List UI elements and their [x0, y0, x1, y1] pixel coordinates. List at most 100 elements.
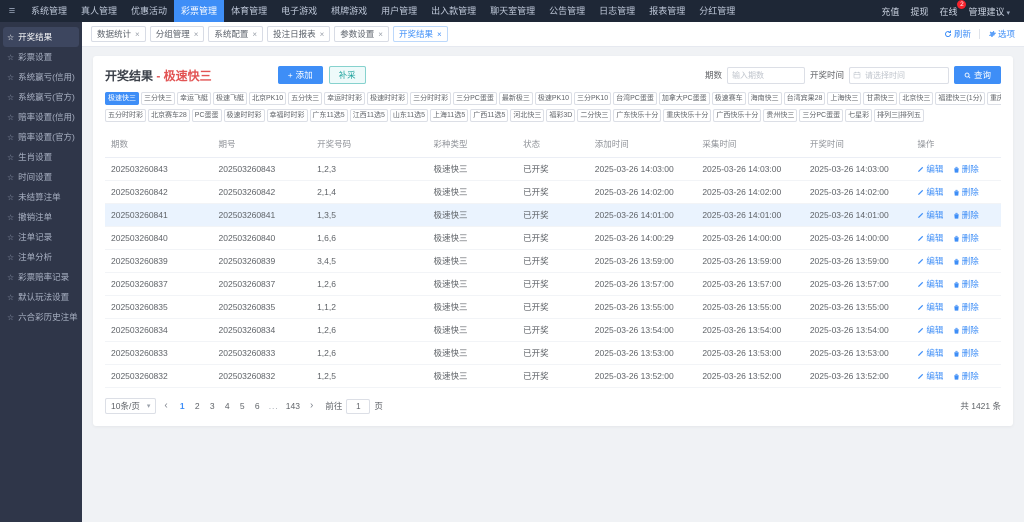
top-nav-item[interactable]: 出入款管理: [424, 0, 483, 22]
page-number-button[interactable]: 6: [251, 400, 264, 412]
lottery-filter-chip[interactable]: 台湾宾果28: [783, 92, 826, 105]
online-link[interactable]: 在线 2: [939, 0, 967, 18]
table-row[interactable]: 202503260842 202503260842 2,1,4 极速快三 已开奖…: [105, 180, 1001, 204]
edit-link[interactable]: 编辑: [917, 232, 943, 244]
lottery-filter-chip[interactable]: 上海快三: [827, 92, 862, 105]
lottery-filter-chip[interactable]: PC蛋蛋: [191, 109, 222, 122]
sidebar-item[interactable]: ☆ 赔率设置(信用): [0, 107, 82, 127]
top-nav-item[interactable]: 系统管理: [24, 0, 74, 22]
top-nav-item[interactable]: 电子游戏: [274, 0, 324, 22]
tab-close-icon[interactable]: ×: [320, 30, 325, 39]
draw-time-input[interactable]: [848, 66, 949, 84]
lottery-filter-chip[interactable]: 加拿大PC蛋蛋: [658, 92, 710, 105]
last-page-button[interactable]: 143: [284, 400, 302, 412]
sidebar-item[interactable]: ☆ 彩票设置: [0, 47, 82, 67]
top-nav-item[interactable]: 真人管理: [74, 0, 124, 22]
top-nav-item[interactable]: 优惠活动: [124, 0, 174, 22]
top-nav-item[interactable]: 聊天室管理: [483, 0, 542, 22]
lottery-filter-chip[interactable]: 河北快三: [510, 109, 545, 122]
lottery-filter-chip[interactable]: 五分时时彩: [105, 109, 146, 122]
lottery-filter-chip[interactable]: 江西11选5: [349, 109, 388, 122]
goto-page-input[interactable]: [346, 398, 371, 414]
table-row[interactable]: 202503260833 202503260833 1,2,6 极速快三 已开奖…: [105, 341, 1001, 365]
sidebar-item[interactable]: ☆ 默认玩法设置: [0, 287, 82, 307]
top-nav-item[interactable]: 公告管理: [542, 0, 592, 22]
prev-page-button[interactable]: ‹: [161, 400, 170, 412]
table-row[interactable]: 202503260837 202503260837 1,2,6 极速快三 已开奖…: [105, 272, 1001, 296]
lottery-filter-chip[interactable]: 山东11选5: [389, 109, 429, 122]
table-row[interactable]: 202503260839 202503260839 3,4,5 极速快三 已开奖…: [105, 249, 1001, 273]
delete-link[interactable]: 删除: [953, 255, 979, 267]
tab-close-icon[interactable]: ×: [437, 30, 442, 39]
delete-link[interactable]: 删除: [953, 370, 979, 382]
next-page-button[interactable]: ›: [307, 400, 316, 412]
lottery-filter-chip[interactable]: 幸福时时彩: [266, 109, 308, 122]
lottery-filter-chip[interactable]: 贵州快三: [763, 109, 798, 122]
edit-link[interactable]: 编辑: [917, 209, 943, 221]
delete-link[interactable]: 删除: [953, 347, 979, 359]
edit-link[interactable]: 编辑: [917, 370, 943, 382]
sidebar-item[interactable]: ☆ 系统赢亏(信用): [0, 67, 82, 87]
refresh-button[interactable]: 刷新: [944, 28, 971, 40]
table-row[interactable]: 202503260841 202503260841 1,3,5 极速快三 已开奖…: [105, 203, 1001, 227]
delete-link[interactable]: 删除: [953, 186, 979, 198]
supplement-collect-button[interactable]: 补采: [328, 66, 366, 84]
tab[interactable]: 系统配置 ×: [208, 26, 264, 42]
lottery-filter-chip[interactable]: 极速赛车: [711, 92, 746, 105]
lottery-filter-chip[interactable]: 福建快三(1分): [935, 92, 985, 105]
table-row[interactable]: 202503260834 202503260834 1,2,6 极速快三 已开奖…: [105, 318, 1001, 342]
lottery-filter-chip[interactable]: 三分PK10: [573, 92, 612, 105]
sidebar-item[interactable]: ☆ 彩票赔率记录: [0, 267, 82, 287]
table-row[interactable]: 202503260835 202503260835 1,1,2 极速快三 已开奖…: [105, 295, 1001, 319]
lottery-filter-chip[interactable]: 海南快三: [747, 92, 782, 105]
lottery-filter-chip[interactable]: 北京PK10: [249, 92, 287, 105]
lottery-filter-chip[interactable]: 幸运飞艇: [177, 92, 211, 105]
page-number-button[interactable]: 1: [176, 400, 189, 412]
edit-link[interactable]: 编辑: [917, 163, 943, 175]
lottery-filter-chip[interactable]: 排列三|排列五: [874, 109, 924, 122]
lottery-filter-chip[interactable]: 三分时时彩: [410, 92, 452, 105]
tab-close-icon[interactable]: ×: [252, 30, 257, 39]
withdraw-link[interactable]: 提现: [910, 5, 928, 18]
sidebar-item[interactable]: ☆ 生肖设置: [0, 147, 82, 167]
top-nav-item[interactable]: 报表管理: [642, 0, 692, 22]
page-number-button[interactable]: 3: [206, 400, 219, 412]
lottery-filter-chip[interactable]: 极速PK10: [534, 92, 572, 105]
page-size-select[interactable]: 10条/页 ▾: [105, 398, 157, 414]
sidebar-item[interactable]: ☆ 时间设置: [0, 167, 82, 187]
table-row[interactable]: 202503260843 202503260843 1,2,3 极速快三 已开奖…: [105, 157, 1001, 181]
lottery-filter-chip[interactable]: 幸运时时彩: [324, 92, 366, 105]
delete-link[interactable]: 删除: [953, 324, 979, 336]
delete-link[interactable]: 删除: [953, 209, 979, 221]
lottery-filter-chip[interactable]: 广东快乐十分: [613, 109, 662, 122]
tab-close-icon[interactable]: ×: [135, 30, 140, 39]
lottery-filter-chip[interactable]: 极速时时彩: [367, 92, 409, 105]
edit-link[interactable]: 编辑: [917, 324, 943, 336]
table-row[interactable]: 202503260832 202503260832 1,2,5 极速快三 已开奖…: [105, 364, 1001, 388]
delete-link[interactable]: 删除: [953, 278, 979, 290]
top-nav-item[interactable]: 棋牌游戏: [324, 0, 374, 22]
lottery-filter-chip[interactable]: 二分快三: [577, 109, 612, 122]
delete-link[interactable]: 删除: [953, 301, 979, 313]
lottery-filter-chip[interactable]: 重庆时时彩(新): [986, 92, 1001, 105]
hamburger-menu-icon[interactable]: ≡: [0, 5, 24, 17]
top-nav-item[interactable]: 用户管理: [374, 0, 424, 22]
lottery-filter-chip[interactable]: 北京快三: [899, 92, 934, 105]
lottery-filter-chip[interactable]: 福彩3D: [546, 109, 576, 122]
sidebar-item[interactable]: ☆ 系统赢亏(官方): [0, 87, 82, 107]
sidebar-item[interactable]: ☆ 注单记录: [0, 227, 82, 247]
lottery-filter-chip[interactable]: 广西11选5: [470, 109, 509, 122]
top-nav-item[interactable]: 日志管理: [592, 0, 642, 22]
lottery-filter-chip[interactable]: 极速时时彩: [223, 109, 265, 122]
edit-link[interactable]: 编辑: [917, 278, 943, 290]
top-nav-item[interactable]: 体育管理: [224, 0, 274, 22]
tab[interactable]: 分组管理 ×: [149, 26, 205, 42]
lottery-filter-chip[interactable]: 三分PC蛋蛋: [799, 109, 844, 122]
lottery-filter-chip[interactable]: 五分快三: [288, 92, 323, 105]
edit-link[interactable]: 编辑: [917, 301, 943, 313]
sidebar-item[interactable]: ☆ 撤销注单: [0, 207, 82, 227]
edit-link[interactable]: 编辑: [917, 186, 943, 198]
tab[interactable]: 数据统计 ×: [91, 26, 146, 42]
recharge-link[interactable]: 充值: [881, 5, 899, 18]
lottery-filter-chip[interactable]: 台湾PC蛋蛋: [613, 92, 657, 105]
